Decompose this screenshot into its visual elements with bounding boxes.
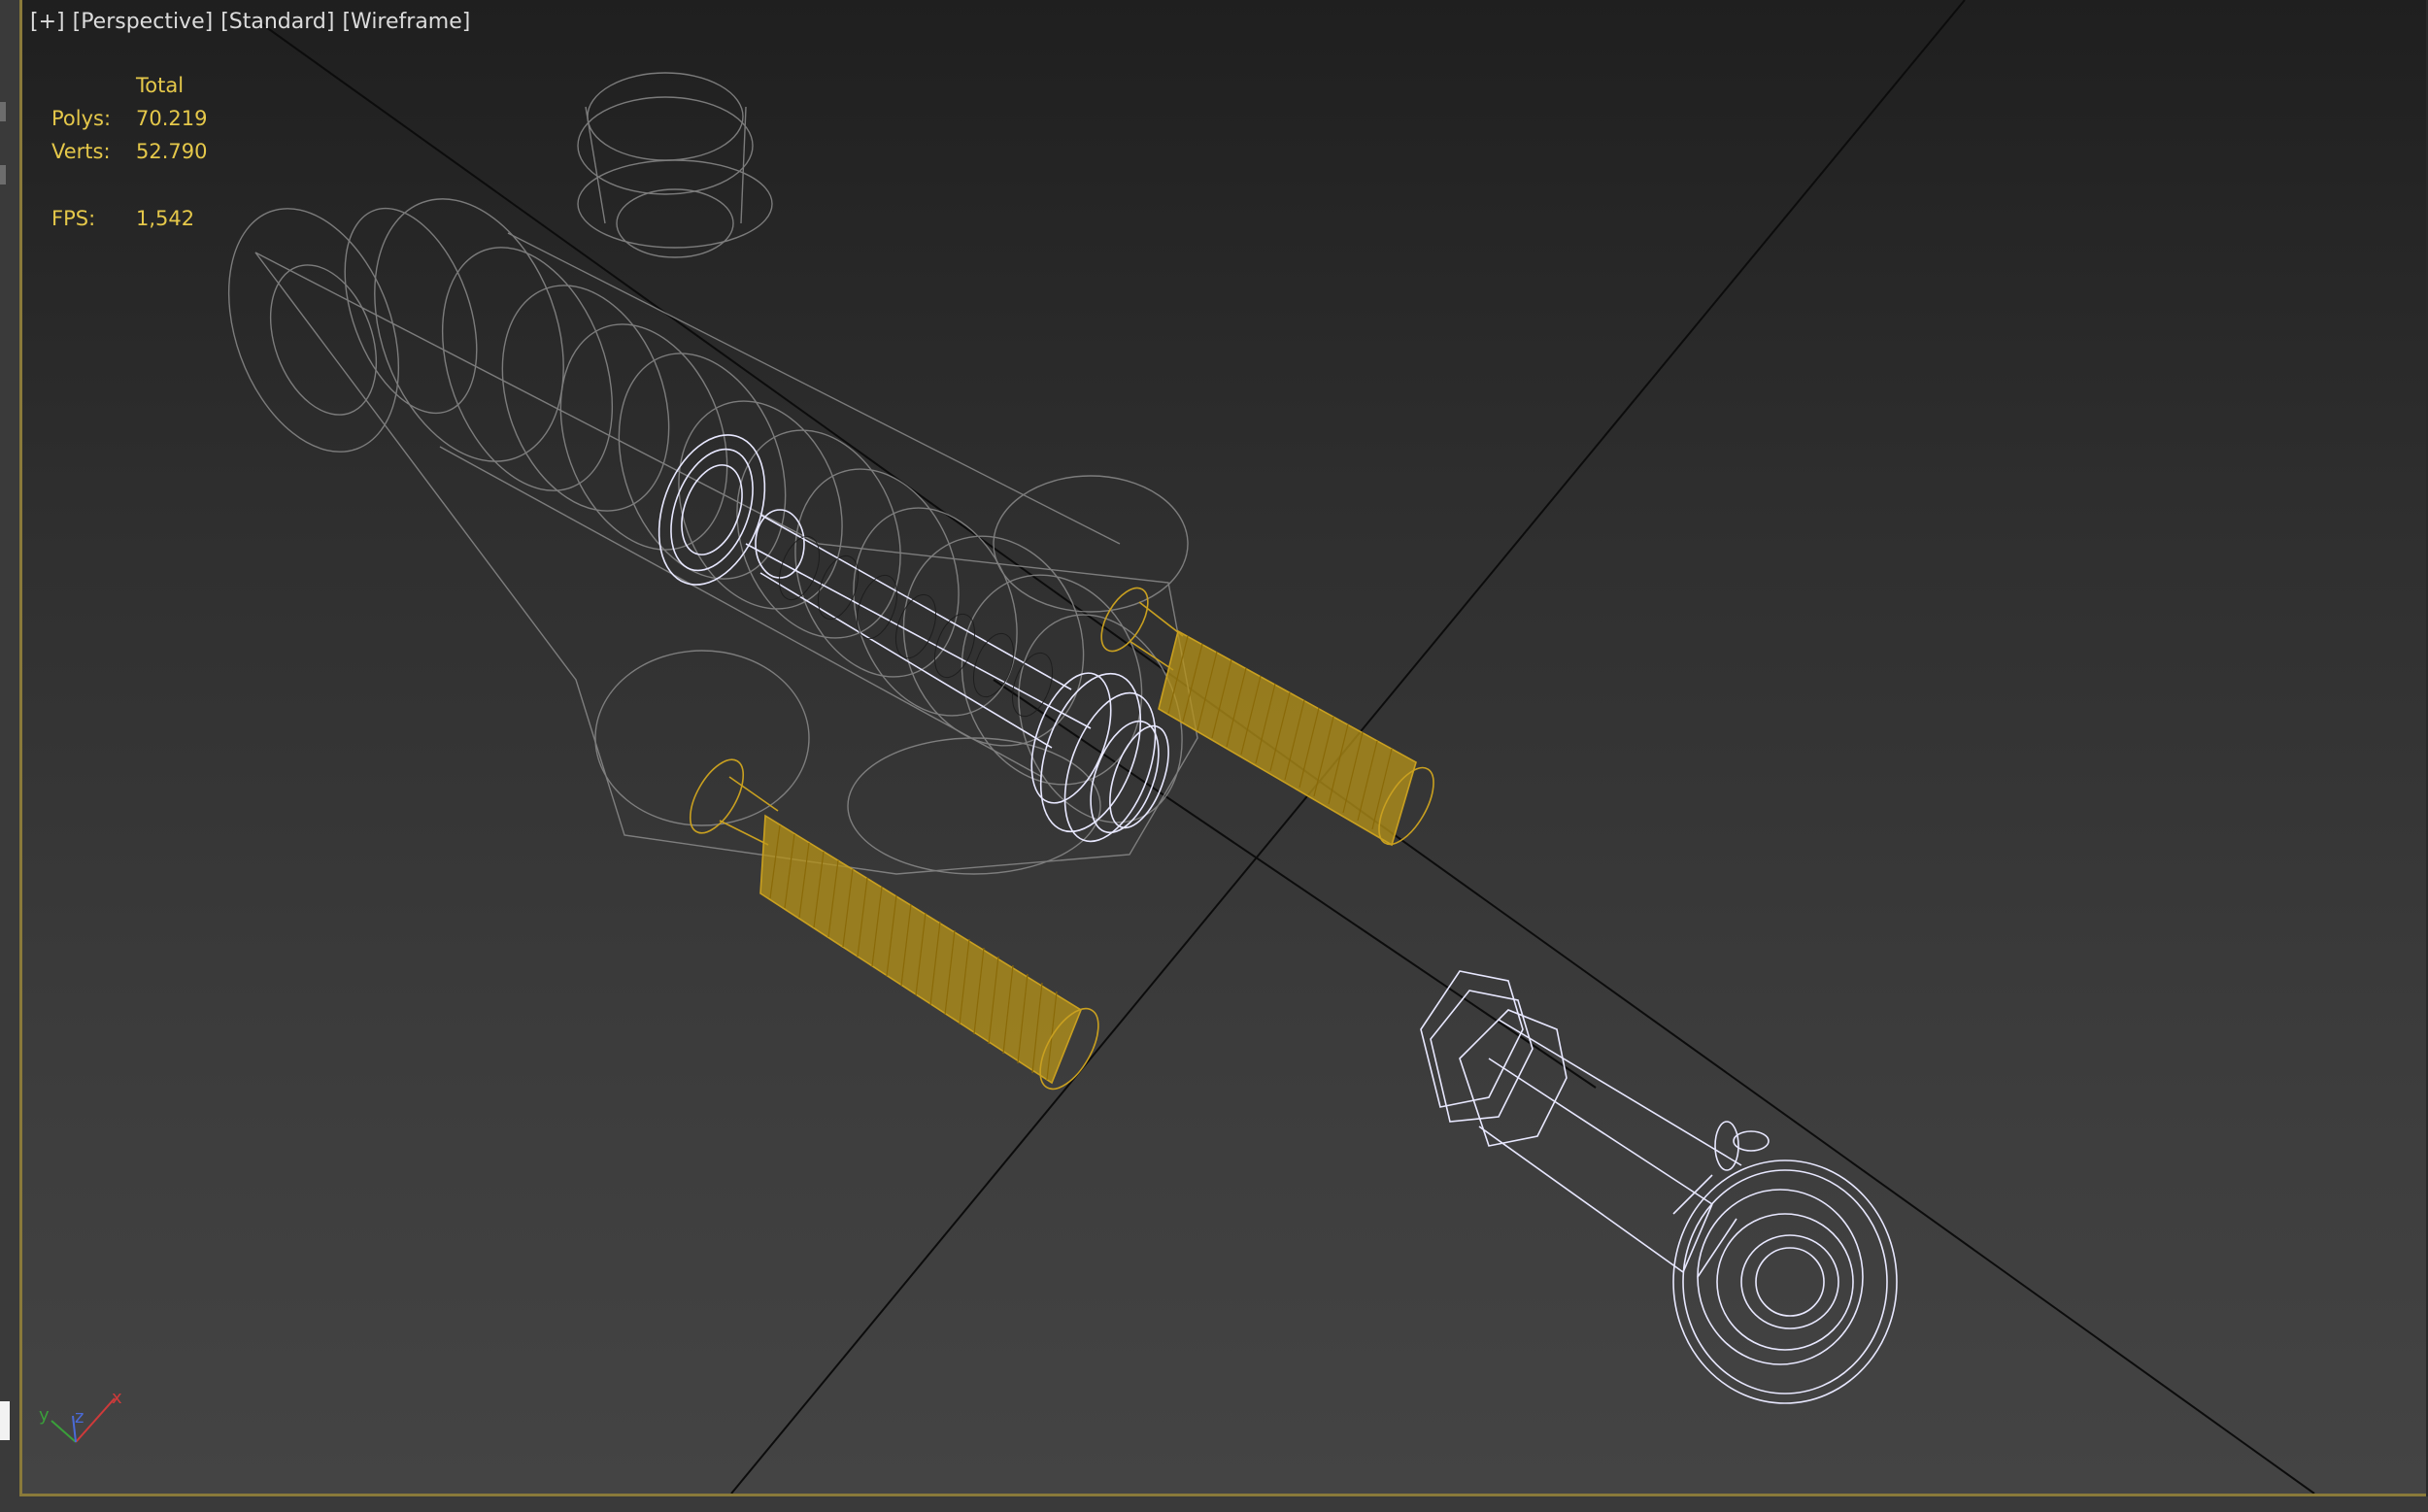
toolbar-selected-handle[interactable] xyxy=(0,1401,10,1440)
polys-value: 70.219 xyxy=(136,107,208,130)
viewport-label-menu: [+] [Perspective] [Standard] [Wireframe] xyxy=(30,10,470,34)
viewport-standard-menu[interactable]: [Standard] xyxy=(220,10,334,34)
rod-end-wireframe xyxy=(1420,970,1898,1404)
axis-y-label: y xyxy=(39,1405,50,1426)
toolbar-tick xyxy=(0,165,6,185)
polys-label: Polys: xyxy=(51,107,112,130)
viewport-view-menu[interactable]: [Perspective] xyxy=(73,10,214,34)
bottom-bar xyxy=(0,1496,2428,1512)
wireframe-scene[interactable]: x y z xyxy=(22,0,2426,1494)
damper-rod-wireframe xyxy=(658,434,1169,843)
axis-z-label: z xyxy=(75,1407,84,1428)
perspective-viewport[interactable]: x y z [+] [Perspective] [Standard] [Wire… xyxy=(19,0,2426,1496)
spring-a-wireframe xyxy=(1100,587,1434,847)
axis-x-label: x xyxy=(112,1388,122,1408)
toolbar-tick xyxy=(0,102,6,121)
viewport-plus-menu[interactable]: [+] xyxy=(30,10,65,34)
verts-value: 52.790 xyxy=(136,140,208,163)
verts-label: Verts: xyxy=(51,140,111,163)
axis-gizmo-icon: x y z xyxy=(39,1388,122,1443)
fps-value: 1,542 xyxy=(136,207,195,230)
viewport-shading-menu[interactable]: [Wireframe] xyxy=(342,10,470,34)
stats-header: Total xyxy=(136,74,185,97)
fps-label: FPS: xyxy=(51,207,96,230)
left-toolbar-strip xyxy=(0,0,19,1512)
spring-b-wireframe xyxy=(689,758,1099,1091)
